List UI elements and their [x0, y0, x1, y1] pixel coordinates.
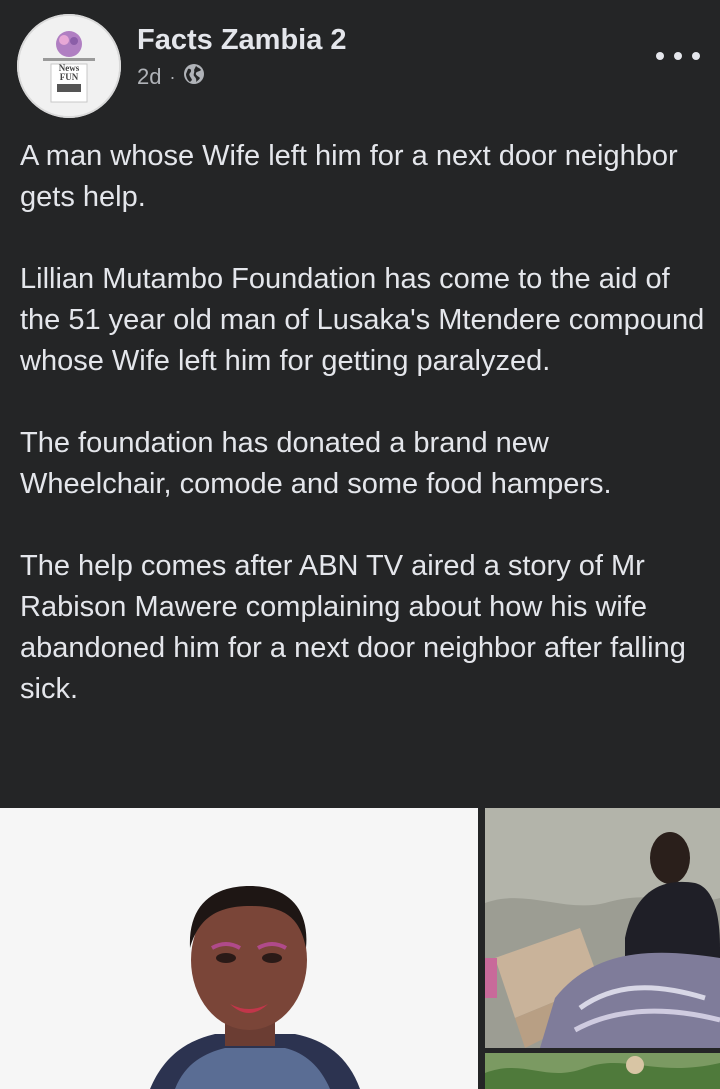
post-body: A man whose Wife left him for a next doo…: [20, 136, 705, 751]
post-paragraph: A man whose Wife left him for a next doo…: [20, 140, 678, 213]
post-header: News FUN Facts Zambia 2 2d ·: [0, 0, 720, 125]
page-avatar[interactable]: News FUN: [17, 14, 121, 118]
post-paragraph: Lillian Mutambo Foundation has come to t…: [20, 263, 705, 377]
post-time[interactable]: 2d: [137, 64, 161, 90]
photo-divider: [478, 808, 485, 1089]
more-dot-icon: [656, 52, 664, 60]
post-photo-extra[interactable]: [485, 1053, 720, 1089]
more-dot-icon: [674, 52, 682, 60]
more-options-button[interactable]: [656, 42, 700, 70]
post-paragraph: The foundation has donated a brand new W…: [20, 427, 612, 500]
globe-icon[interactable]: [183, 63, 205, 91]
woman-portrait-image: [0, 808, 478, 1089]
post-paragraph: The help comes after ABN TV aired a stor…: [20, 550, 686, 705]
meta-separator: ·: [169, 66, 176, 87]
man-in-bed-image: [485, 808, 720, 1048]
extra-photo-image: [485, 1053, 720, 1089]
post-photo-woman[interactable]: [0, 808, 478, 1089]
avatar-logo-text: News FUN: [53, 64, 85, 82]
page-name[interactable]: Facts Zambia 2: [137, 24, 347, 57]
logo-text-fun: FUN: [59, 72, 79, 82]
post-photo-man[interactable]: [485, 808, 720, 1048]
more-dot-icon: [692, 52, 700, 60]
post-meta: 2d ·: [137, 63, 205, 91]
